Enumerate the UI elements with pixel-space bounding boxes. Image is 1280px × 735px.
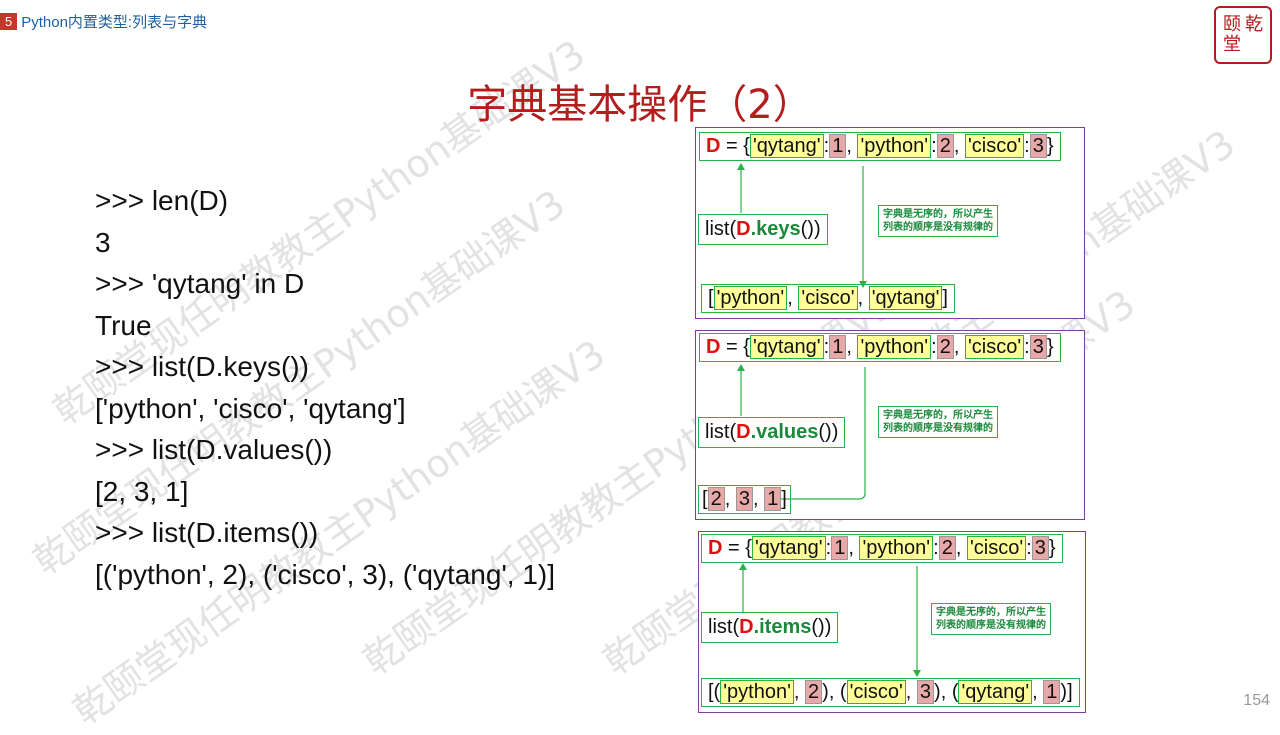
brand-logo: 颐 乾 堂: [1214, 6, 1272, 64]
unordered-note: 字典是无序的，所以产生 列表的顺序是没有规律的: [931, 603, 1051, 635]
note-line: 列表的顺序是没有规律的: [883, 423, 993, 434]
note-line: 列表的顺序是没有规律的: [883, 222, 993, 233]
result-key: 'qytang': [868, 286, 943, 310]
call-var: D: [736, 218, 751, 240]
console-line: >>> list(D.values()): [95, 434, 333, 465]
result-value: 2: [805, 680, 823, 704]
console-line: >>> len(D): [95, 185, 229, 216]
result-key: 'qytang': [958, 680, 1033, 704]
chapter-header: 5 Python内置类型:列表与字典: [0, 10, 207, 32]
items-result: [('python', 2), ('cisco', 3), ('qytang',…: [701, 678, 1080, 707]
items-call: list(D.items()): [701, 612, 839, 643]
slide-title: 字典基本操作（2）: [467, 82, 813, 128]
console-line: 3: [95, 226, 111, 258]
call-method: .items: [753, 616, 812, 638]
unordered-note: 字典是无序的，所以产生 列表的顺序是没有规律的: [878, 205, 998, 237]
console-line: >>> list(D.items()): [95, 517, 319, 548]
result-key: 'python': [720, 680, 794, 704]
logo-char: 乾: [1245, 14, 1263, 35]
page-number: 154: [1243, 692, 1270, 709]
result-value: 1: [764, 487, 782, 511]
result-value: 1: [1043, 680, 1061, 704]
values-call: list(D.values()): [698, 417, 846, 448]
values-result: [2, 3, 1]: [698, 485, 791, 514]
keys-call: list(D.keys()): [698, 214, 828, 245]
note-line: 字典是无序的，所以产生: [936, 607, 1046, 618]
call-var: D: [736, 421, 751, 443]
values-diagram-panel: D = {'qytang':1, 'python':2, 'cisco':3} …: [695, 330, 1085, 520]
result-value: 3: [916, 680, 935, 704]
unordered-note: 字典是无序的，所以产生 列表的顺序是没有规律的: [878, 406, 998, 438]
note-line: 字典是无序的，所以产生: [883, 410, 993, 421]
console-line: [2, 3, 1]: [95, 475, 189, 507]
note-line: 列表的顺序是没有规律的: [936, 620, 1046, 631]
console-line: [('python', 2), ('cisco', 3), ('qytang',…: [95, 558, 556, 590]
result-key: 'python': [713, 286, 788, 310]
items-diagram-panel: D = {'qytang':1, 'python':2, 'cisco':3} …: [698, 531, 1086, 713]
result-value: 2: [707, 487, 725, 511]
call-suffix: ()): [818, 421, 839, 443]
console-line: >>> 'qytang' in D: [95, 268, 305, 299]
logo-char: 颐: [1223, 14, 1241, 35]
call-method: .keys: [750, 218, 801, 240]
chapter-title: Python内置类型:列表与字典: [21, 13, 208, 31]
keys-result: ['python', 'cisco', 'qytang']: [701, 284, 955, 313]
call-prefix: list(: [708, 616, 740, 638]
call-prefix: list(: [705, 218, 737, 240]
console-line: >>> list(D.keys()): [95, 351, 309, 382]
result-key: 'cisco': [846, 680, 906, 704]
keys-diagram-panel: D = {'qytang':1, 'python':2, 'cisco':3} …: [695, 127, 1085, 319]
call-method: .values: [750, 421, 819, 443]
console-line: True: [95, 309, 152, 341]
logo-char: [1243, 35, 1265, 55]
call-suffix: ()): [800, 218, 821, 240]
result-value: 3: [735, 487, 753, 511]
result-key: 'cisco': [798, 286, 858, 310]
note-line: 字典是无序的，所以产生: [883, 209, 993, 220]
logo-char: 堂: [1223, 34, 1241, 55]
call-var: D: [739, 616, 754, 638]
console-line: ['python', 'cisco', 'qytang']: [95, 392, 406, 424]
call-suffix: ()): [811, 616, 832, 638]
chapter-number: 5: [0, 12, 18, 30]
call-prefix: list(: [705, 421, 737, 443]
console-output: >>> len(D) 3 >>> 'qytang' in D True >>> …: [95, 180, 555, 595]
